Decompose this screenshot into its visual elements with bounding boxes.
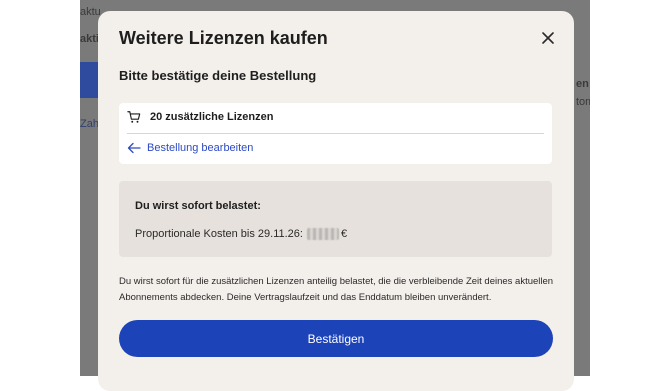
prorated-cost-label: Proportionale Kosten bis 29.11.26: [135, 228, 303, 240]
redacted-amount [306, 228, 339, 240]
background-text: tom [576, 96, 590, 108]
divider [127, 133, 544, 134]
background-text: en [576, 78, 589, 90]
cart-icon [127, 111, 141, 123]
currency-symbol: € [340, 228, 348, 240]
background-text: Zah [80, 118, 99, 130]
confirm-button[interactable]: Bestätigen [119, 320, 553, 357]
edit-order-link[interactable]: Bestellung bearbeiten [127, 142, 253, 154]
billing-info-text: Du wirst sofort für die zusätzlichen Liz… [119, 276, 554, 303]
charge-title: Du wirst sofort belastet: [135, 200, 261, 212]
dialog-subtitle: Bitte bestätige deine Bestellung [119, 68, 317, 83]
edit-order-label: Bestellung bearbeiten [147, 142, 254, 154]
arrow-left-icon [127, 142, 141, 154]
close-button[interactable] [540, 30, 556, 46]
background-text: aktu [80, 6, 101, 18]
order-item-label: 20 zusätzliche Lizenzen [150, 111, 274, 123]
order-item-row: 20 zusätzliche Lizenzen [127, 110, 273, 124]
close-icon [542, 32, 554, 44]
immediate-charge-box: Du wirst sofort belastet: Proportionale … [119, 181, 552, 257]
dialog-title: Weitere Lizenzen kaufen [119, 28, 328, 48]
order-summary-card: 20 zusätzliche Lizenzen Bestellung bearb… [119, 103, 552, 164]
purchase-licenses-dialog: Weitere Lizenzen kaufen Bitte bestätige … [98, 11, 574, 391]
prorated-cost-line: Proportionale Kosten bis 29.11.26: € [135, 228, 347, 240]
